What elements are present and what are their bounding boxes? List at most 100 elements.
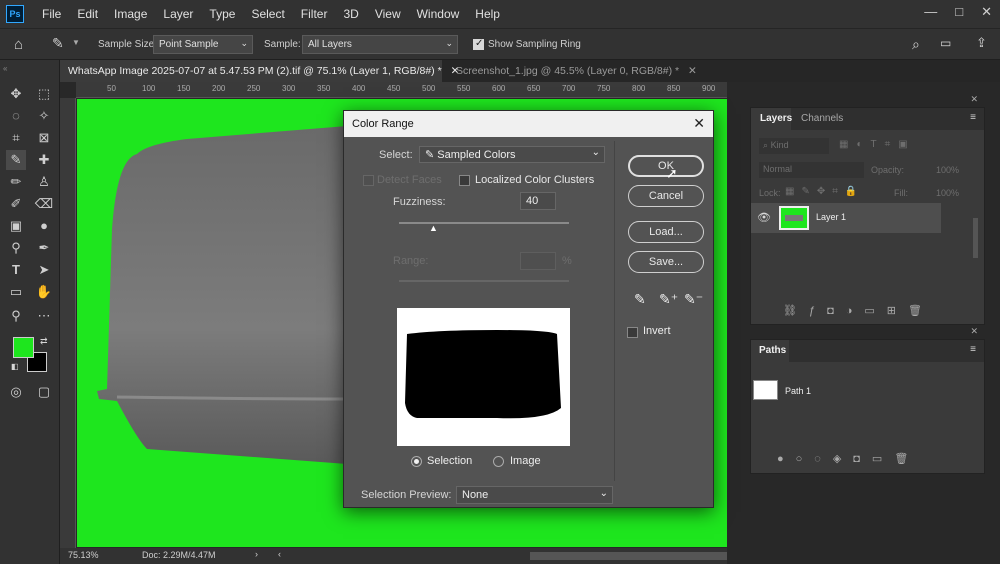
fuzziness-slider-track[interactable]	[399, 222, 569, 224]
menu-select[interactable]: Select	[243, 0, 292, 28]
subtract-from-sample-eyedropper-icon[interactable]: ✎⁻	[684, 291, 703, 308]
chevron-down-icon[interactable]: ▼	[72, 38, 80, 47]
rectangle-tool-icon[interactable]: ▭	[6, 282, 26, 302]
blend-mode-select[interactable]: Normal	[759, 162, 864, 178]
quick-mask-icon[interactable]: ◎	[6, 382, 26, 402]
search-icon[interactable]: ⌕	[912, 36, 920, 53]
swap-colors-icon[interactable]: ⇄	[40, 336, 48, 347]
eraser-tool-icon[interactable]: ⌫	[34, 194, 54, 214]
menu-type[interactable]: Type	[201, 0, 243, 28]
eyedropper-tool-preset-icon[interactable]: ✎	[52, 35, 64, 52]
path-action-icons[interactable]: ●○◌◈◘▭🗑	[777, 452, 920, 465]
save-button[interactable]: Save...	[628, 251, 704, 273]
menu-view[interactable]: View	[367, 0, 409, 28]
tab-layers[interactable]: Layers	[760, 113, 792, 124]
tab-active-document[interactable]: WhatsApp Image 2025-07-07 at 5.47.53 PM …	[60, 60, 459, 82]
close-window-button[interactable]: ✕	[981, 4, 992, 20]
close-dialog-button[interactable]: ✕	[693, 115, 705, 132]
gradient-tool-icon[interactable]: ▣	[6, 216, 26, 236]
sample-size-select[interactable]: Point Sample ⌄	[153, 35, 253, 54]
menu-edit[interactable]: Edit	[69, 0, 106, 28]
lasso-tool-icon[interactable]: ◌	[6, 106, 26, 126]
status-arrow-icon[interactable]: ›	[255, 549, 258, 559]
fuzziness-slider-thumb[interactable]: ▲	[429, 223, 438, 233]
load-button[interactable]: Load...	[628, 221, 704, 243]
move-tool-icon[interactable]: ✥	[6, 84, 26, 104]
menu-help[interactable]: Help	[467, 0, 508, 28]
screen-mode-icon[interactable]: ▢	[34, 382, 54, 402]
selection-preview-select[interactable]: None ⌄	[456, 486, 613, 504]
filter-icons[interactable]: ▦◐T⌗▣	[839, 139, 916, 150]
brush-tool-icon[interactable]: ✏	[6, 172, 26, 192]
selection-radio[interactable]	[411, 455, 422, 467]
menu-filter[interactable]: Filter	[293, 0, 336, 28]
history-brush-tool-icon[interactable]: ✐	[6, 194, 26, 214]
fill-value[interactable]: 100%	[936, 188, 959, 198]
paths-panel: Paths ≡ ✕ Path 1 ●○◌◈◘▭🗑	[750, 326, 985, 474]
workspace-icon[interactable]: ▭	[940, 36, 951, 50]
panel-menu-icon[interactable]: ≡	[970, 344, 976, 355]
eyedropper-icon[interactable]: ✎	[634, 291, 646, 308]
zoom-tool-icon[interactable]: ⚲	[6, 306, 26, 326]
crop-tool-icon[interactable]: ⌗	[6, 128, 26, 148]
default-colors-icon[interactable]: ◧	[11, 362, 19, 371]
layer-name[interactable]: Layer 1	[816, 212, 846, 222]
close-panel-icon[interactable]: ✕	[970, 94, 978, 105]
marquee-tool-icon[interactable]: ⬚	[34, 84, 54, 104]
minimize-button[interactable]: —	[924, 4, 937, 20]
panel-menu-icon[interactable]: ≡	[970, 112, 976, 123]
filter-kind-select[interactable]: ⌕ Kind	[759, 138, 829, 154]
healing-brush-tool-icon[interactable]: ✚	[34, 150, 54, 170]
zoom-level[interactable]: 75.13%	[68, 550, 99, 560]
share-icon[interactable]: ⇪	[976, 35, 987, 51]
type-tool-icon[interactable]: T	[6, 260, 26, 280]
hand-tool-icon[interactable]: ✋	[34, 282, 54, 302]
close-panel-icon[interactable]: ✕	[970, 326, 978, 337]
path-thumbnail	[753, 380, 778, 400]
menu-layer[interactable]: Layer	[155, 0, 201, 28]
show-ring-checkbox[interactable]	[473, 38, 484, 50]
eyedropper-tool-icon[interactable]: ✎	[6, 150, 26, 170]
layer-action-icons[interactable]: ⛓ƒ◘◑▭⊞🗑	[783, 304, 934, 317]
add-to-sample-eyedropper-icon[interactable]: ✎⁺	[659, 291, 678, 308]
tab-channels[interactable]: Channels	[801, 113, 843, 124]
menu-file[interactable]: File	[34, 0, 69, 28]
cancel-button[interactable]: Cancel	[628, 185, 704, 207]
ruler-tick: 750	[597, 84, 611, 93]
tab-paths[interactable]: Paths	[759, 345, 786, 356]
layer-row[interactable]: 👁 Layer 1	[751, 203, 941, 233]
close-tab-icon[interactable]: ✕	[688, 65, 697, 77]
more-tools-icon[interactable]: ⋯	[34, 306, 54, 326]
sample-select[interactable]: All Layers ⌄	[302, 35, 458, 54]
invert-checkbox[interactable]	[627, 326, 638, 338]
collapse-icon[interactable]: «	[3, 64, 7, 73]
tab-screenshot[interactable]: Screenshot_1.jpg @ 45.5% (Layer 0, RGB/8…	[448, 60, 748, 82]
fuzziness-label: Fuzziness:	[393, 196, 446, 208]
fuzziness-input[interactable]: 40	[520, 192, 556, 210]
eye-icon[interactable]: 👁	[757, 211, 771, 224]
magic-wand-tool-icon[interactable]: ✧	[34, 106, 54, 126]
maximize-button[interactable]: □	[955, 4, 963, 20]
scroll-left-icon[interactable]: ‹	[278, 549, 281, 559]
lock-icons[interactable]: ▦✎✥⌗🔒	[785, 186, 864, 197]
path-name[interactable]: Path 1	[785, 386, 811, 396]
localized-color-clusters-checkbox[interactable]	[459, 174, 470, 186]
options-bar: ⌂ ✎ ▼ Sample Size: Point Sample ⌄ Sample…	[0, 28, 1000, 60]
image-radio[interactable]	[493, 455, 504, 467]
pen-tool-icon[interactable]: ✒	[34, 238, 54, 258]
dodge-tool-icon[interactable]: ⚲	[6, 238, 26, 258]
menu-image[interactable]: Image	[106, 0, 155, 28]
blend-mode-value: Normal	[763, 164, 793, 174]
opacity-value[interactable]: 100%	[936, 165, 959, 175]
home-icon[interactable]: ⌂	[14, 36, 23, 53]
menu-3d[interactable]: 3D	[335, 0, 366, 28]
frame-tool-icon[interactable]: ⊠	[34, 128, 54, 148]
foreground-color-swatch[interactable]	[13, 337, 34, 358]
clone-stamp-tool-icon[interactable]: ♙	[34, 172, 54, 192]
blur-tool-icon[interactable]: ●	[34, 216, 54, 236]
layers-scrollbar[interactable]	[973, 218, 978, 258]
image-option-label: Image	[510, 455, 541, 467]
path-selection-tool-icon[interactable]: ➤	[34, 260, 54, 280]
menu-window[interactable]: Window	[409, 0, 468, 28]
select-dropdown[interactable]: ✎ Sampled Colors ⌄	[419, 146, 605, 163]
